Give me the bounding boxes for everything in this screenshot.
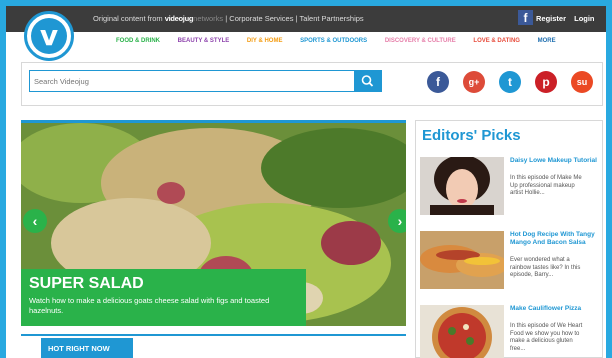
pick-item[interactable]: Make Cauliflower Pizza In this episode o… (420, 305, 600, 358)
category-nav: FOOD & DRINK BEAUTY & STYLE DIY & HOME S… (116, 38, 572, 44)
top-bar: Original content from videojugnetworks |… (6, 6, 606, 32)
search-input[interactable] (30, 71, 358, 91)
network-prefix: Original content from (93, 14, 163, 23)
register-link[interactable]: Register (536, 14, 566, 23)
nav-love-dating[interactable]: LOVE & DATING (473, 38, 520, 44)
hot-dog-thumbnail[interactable] (420, 231, 504, 289)
editors-picks-heading: Editors' Picks (422, 127, 521, 144)
hero-title[interactable]: SUPER SALAD (29, 275, 298, 293)
stumbleupon-glyph: su (576, 77, 588, 87)
twitter-icon[interactable]: t (499, 71, 521, 93)
facebook-glyph: f (436, 75, 440, 89)
pick-title[interactable]: Hot Dog Recipe With Tangy Mango And Baco… (510, 231, 598, 247)
hero-caption[interactable]: SUPER SALAD Watch how to make a deliciou… (21, 269, 306, 326)
logo-letter: v (31, 18, 67, 54)
page-frame: Original content from videojugnetworks |… (6, 6, 606, 358)
nav-sports-outdoors[interactable]: SPORTS & OUTDOORS (300, 38, 367, 44)
facebook-login-icon[interactable]: f (518, 10, 533, 25)
chevron-right-icon: › (397, 213, 403, 229)
nav-discovery-culture[interactable]: DISCOVERY & CULTURE (385, 38, 456, 44)
carousel-next-button[interactable]: › (388, 209, 406, 233)
nav-beauty-style[interactable]: BEAUTY & STYLE (178, 38, 230, 44)
search-box (29, 70, 382, 92)
nav-more[interactable]: MORE (538, 38, 556, 44)
pick-description: In this episode of We Heart Food we show… (510, 323, 583, 352)
pick-item[interactable]: Hot Dog Recipe With Tangy Mango And Baco… (420, 231, 600, 293)
google-plus-icon[interactable]: g+ (463, 71, 485, 93)
twitter-glyph: t (508, 75, 512, 89)
hot-right-now-section: HOT RIGHT NOW (21, 334, 406, 358)
pick-item[interactable]: Daisy Lowe Makeup Tutorial In this episo… (420, 157, 600, 219)
chevron-left-icon: ‹ (32, 213, 38, 229)
nav-diy-home[interactable]: DIY & HOME (247, 38, 283, 44)
facebook-icon[interactable]: f (427, 71, 449, 93)
carousel-prev-button[interactable]: ‹ (23, 209, 47, 233)
videojug-link[interactable]: videojug (165, 14, 194, 23)
pick-description: Ever wondered what a rainbow tastes like… (510, 257, 581, 278)
stumbleupon-icon[interactable]: su (571, 71, 593, 93)
makeup-thumbnail[interactable] (420, 157, 504, 215)
google-plus-glyph: g+ (468, 77, 480, 87)
tab-hot-right-now[interactable]: HOT RIGHT NOW (41, 338, 133, 358)
pinterest-icon[interactable]: p (535, 71, 557, 93)
search-button[interactable] (354, 71, 381, 91)
corporate-links[interactable]: | Corporate Services | Talent Partnershi… (223, 14, 363, 23)
pick-description: In this episode of Make Me Up profession… (510, 175, 582, 196)
search-icon (361, 75, 374, 87)
hero-description: Watch how to make a delicious goats chee… (29, 296, 270, 315)
pick-title[interactable]: Daisy Lowe Makeup Tutorial (510, 157, 598, 165)
pinterest-glyph: p (542, 75, 550, 89)
editors-picks-panel: Editors' Picks Daisy Lowe Makeup Tutoria… (415, 120, 603, 358)
network-links: Original content from videojugnetworks |… (93, 14, 364, 23)
login-link[interactable]: Login (574, 14, 594, 23)
hero-carousel[interactable]: ‹ › SUPER SALAD Watch how to make a deli… (21, 120, 406, 326)
pick-title[interactable]: Make Cauliflower Pizza (510, 305, 598, 313)
nav-food-drink[interactable]: FOOD & DRINK (116, 38, 160, 44)
pizza-thumbnail[interactable] (420, 305, 504, 358)
networks-text[interactable]: networks (193, 14, 223, 23)
videojug-logo[interactable]: v (24, 11, 74, 61)
search-row: f g+ t p su (21, 62, 603, 106)
